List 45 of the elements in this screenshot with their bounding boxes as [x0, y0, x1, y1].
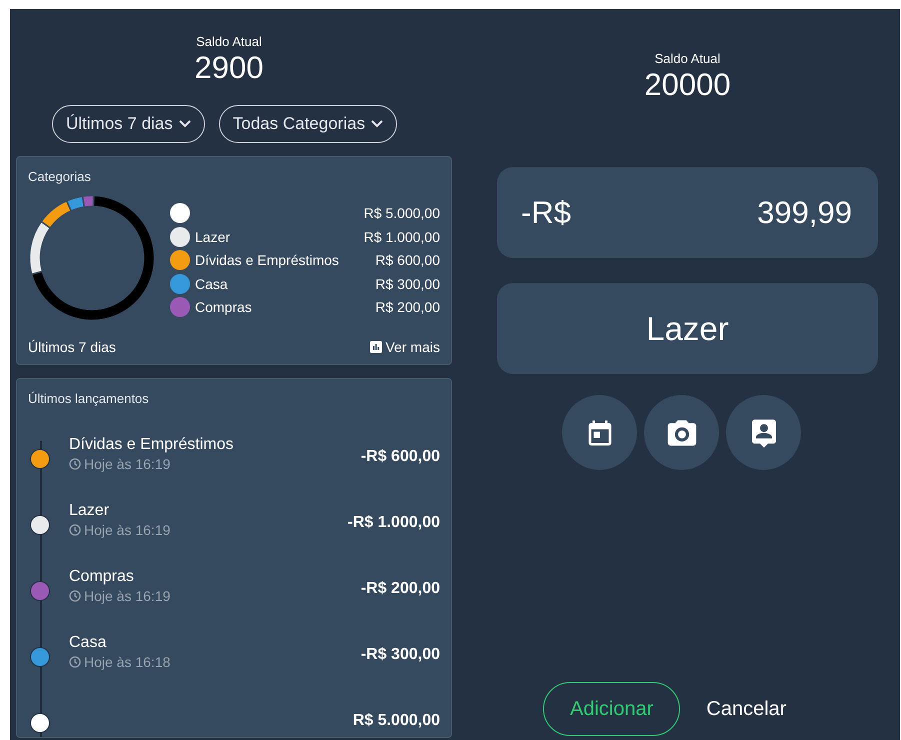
entry-title: Dívidas e Empréstimos — [69, 435, 234, 455]
chevron-down-icon — [371, 120, 384, 128]
see-more-link[interactable]: Ver mais — [370, 339, 440, 355]
balance-amount: 2900 — [194, 50, 264, 86]
filter-dropdown[interactable]: Todas Categorias — [218, 105, 398, 143]
legend-amount: R$ 1.000,00 — [364, 228, 440, 244]
entry-amount: -R$ 300,00 — [360, 646, 440, 664]
bar-chart-icon — [370, 341, 382, 353]
clock-icon — [69, 458, 81, 470]
legend-amount: R$ 200,00 — [375, 299, 440, 315]
entry-amount: -R$ 600,00 — [360, 448, 440, 466]
add-button[interactable]: Adicionar — [543, 682, 680, 736]
entry-title: Casa — [69, 633, 108, 653]
legend-amount: R$ 5.000,00 — [364, 205, 440, 221]
cancel-button[interactable]: Cancelar — [706, 698, 786, 720]
clock-icon — [69, 590, 81, 602]
entry-time: Hoje às 16:19 — [84, 455, 170, 473]
category-field[interactable]: Lazer — [497, 283, 878, 374]
amount-field[interactable]: -R$ 399,99 — [497, 167, 878, 258]
clock-icon — [69, 524, 81, 536]
chevron-down-icon — [178, 120, 191, 128]
clock-icon — [69, 656, 81, 668]
entry-amount: -R$ 200,00 — [360, 580, 440, 598]
entry-title: Lazer — [69, 501, 110, 521]
balance-label: Saldo Atual — [654, 51, 720, 67]
legend-label: Lazer — [195, 228, 232, 244]
entry-time: Hoje às 16:19 — [84, 587, 170, 605]
entry-time: Hoje às 16:19 — [84, 521, 170, 539]
card-title: Últimos lançamentos — [28, 391, 150, 407]
legend-label: Dívidas e Empréstimos — [195, 252, 340, 268]
legend-amount: R$ 600,00 — [375, 252, 440, 268]
card-title: Categorias — [28, 169, 92, 185]
legend-amount: R$ 300,00 — [375, 276, 440, 292]
entry-title: Compras — [69, 567, 135, 587]
entry-amount: R$ 5.000,00 — [352, 712, 440, 730]
legend-label: Compras — [195, 299, 253, 315]
balance-amount: 20000 — [644, 67, 731, 103]
period-label: Últimos 7 dias — [28, 339, 116, 355]
entry-amount: -R$ 1.000,00 — [347, 514, 440, 532]
currency-prefix: -R$ — [521, 194, 571, 230]
balance-label: Saldo Atual — [196, 34, 262, 50]
legend-label: Casa — [195, 276, 229, 292]
entry-time: Hoje às 16:18 — [84, 653, 170, 671]
filter-dropdown[interactable]: Últimos 7 dias — [52, 105, 205, 143]
amount-value: 399,99 — [757, 194, 852, 230]
